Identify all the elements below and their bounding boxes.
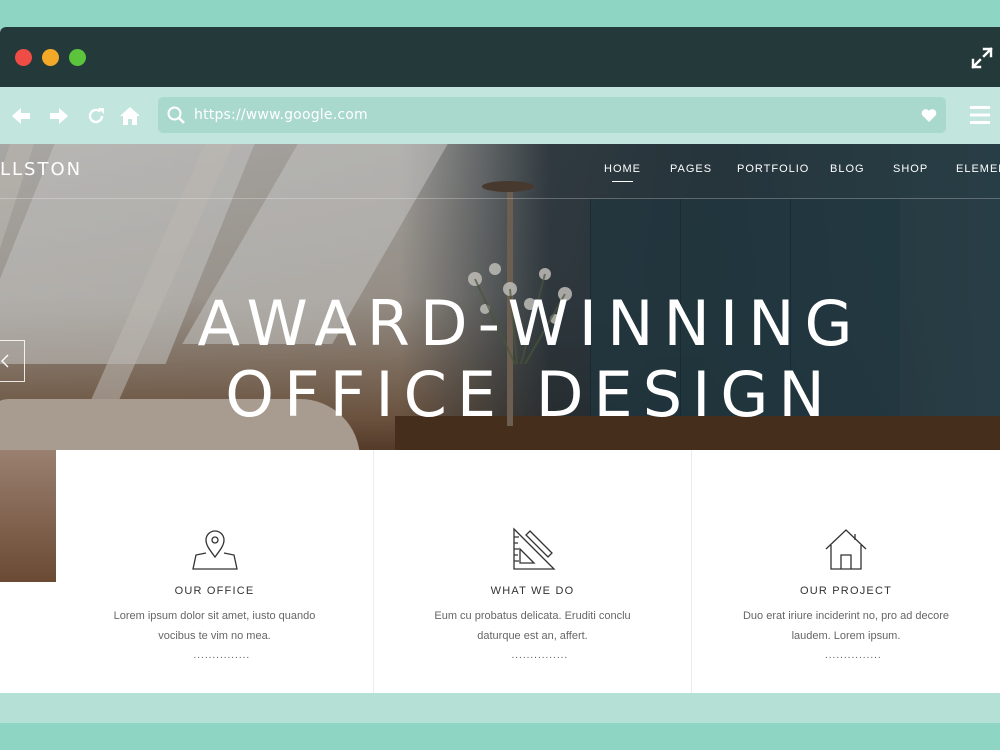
feature-description-line: laudem. Lorem ipsum.: [791, 630, 901, 642]
feature-description-line: Lorem ipsum dolor sit amet, iusto quando: [113, 610, 316, 622]
feature-title: WHAT WE DO: [490, 585, 575, 597]
feature-description-line: Eum cu probatus delicata. Eruditi conclu: [434, 610, 631, 622]
minimize-window-button[interactable]: [42, 49, 59, 66]
address-bar[interactable]: https://www.google.com: [158, 97, 946, 133]
chevron-left-icon: [1, 354, 9, 368]
feature-title: OUR OFFICE: [174, 585, 255, 597]
features-section: OUR OFFICE Lorem ipsum dolor sit amet, i…: [56, 450, 1000, 720]
heart-icon[interactable]: [921, 108, 937, 123]
feature-description-line: vocibus te vim no mea.: [158, 630, 271, 642]
menu-divider: [0, 198, 1000, 199]
hero-headline-line1: AWARD-WINNING: [197, 287, 863, 360]
feature-description: Duo erat iriure inciderint no, pro ad de…: [732, 606, 960, 646]
search-icon: [167, 106, 185, 124]
hero-image-extension: [0, 450, 56, 582]
feature-description: Eum cu probatus delicata. Eruditi conclu…: [414, 606, 651, 646]
feature-card-office: OUR OFFICE Lorem ipsum dolor sit amet, i…: [56, 450, 374, 720]
back-arrow-icon[interactable]: [10, 105, 32, 127]
reload-icon[interactable]: [85, 105, 107, 127]
menu-item-blog[interactable]: BLOG: [830, 163, 865, 175]
location-map-icon: [191, 530, 238, 570]
home-icon[interactable]: [119, 105, 141, 127]
feature-card-project: OUR PROJECT Duo erat iriure inciderint n…: [692, 450, 1000, 720]
hero-headline-line2: OFFICE DESIGN: [225, 358, 835, 431]
expand-icon[interactable]: [970, 46, 994, 70]
feature-description-line: Duo erat iriure inciderint no, pro ad de…: [742, 610, 950, 622]
title-bar: [0, 27, 1000, 87]
window-shadow-strip: [0, 693, 1000, 723]
feature-card-what-we-do: WHAT WE DO Eum cu probatus delicata. Eru…: [374, 450, 692, 720]
feature-title: OUR PROJECT: [799, 585, 893, 597]
ruler-triangle-icon: [512, 527, 556, 570]
hamburger-menu-icon[interactable]: [970, 105, 990, 125]
slider-prev-button[interactable]: [0, 340, 25, 382]
feature-divider-dots: ...............: [511, 650, 569, 661]
feature-description: Lorem ipsum dolor sit amet, iusto quando…: [96, 606, 333, 646]
feature-divider-dots: ...............: [825, 650, 882, 661]
feature-divider-dots: ...............: [193, 650, 251, 661]
feature-description-line: daturque est an, affert.: [477, 630, 588, 642]
menu-item-elements[interactable]: ELEMENTS: [956, 163, 1000, 175]
browser-window: https://www.google.com LLSTON HOME PAGES…: [0, 27, 1000, 720]
close-window-button[interactable]: [15, 49, 32, 66]
menu-item-home[interactable]: HOME: [604, 163, 641, 182]
house-icon: [825, 529, 867, 570]
menu-item-shop[interactable]: SHOP: [893, 163, 928, 175]
maximize-window-button[interactable]: [69, 49, 86, 66]
hero-banner: LLSTON HOME PAGES PORTFOLIO BLOG SHOP EL…: [0, 144, 1000, 450]
forward-arrow-icon[interactable]: [48, 105, 70, 127]
site-logo[interactable]: LLSTON: [0, 159, 82, 180]
menu-item-portfolio[interactable]: PORTFOLIO: [737, 163, 809, 175]
url-text[interactable]: https://www.google.com: [194, 97, 368, 133]
browser-toolbar: https://www.google.com: [0, 87, 1000, 144]
menu-item-pages[interactable]: PAGES: [670, 163, 712, 175]
